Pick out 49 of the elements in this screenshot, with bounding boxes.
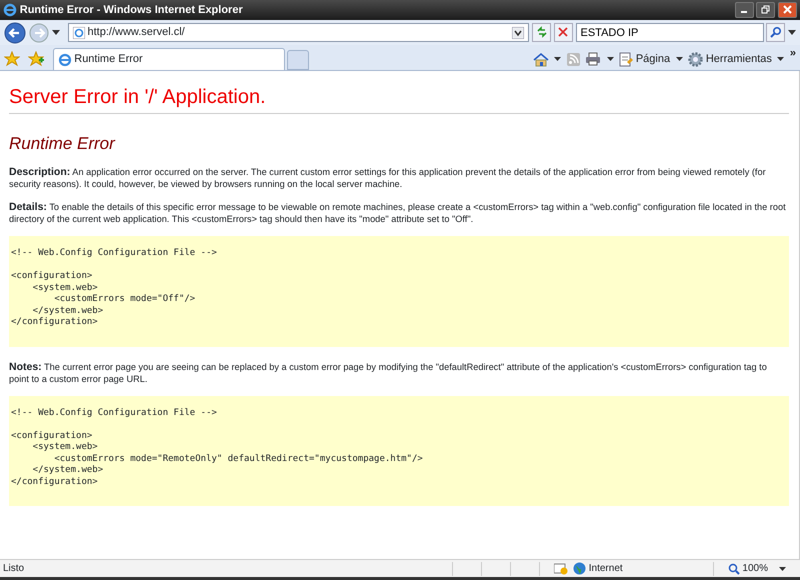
page-icon bbox=[72, 26, 85, 38]
page-icon bbox=[619, 52, 634, 66]
zoom-dropdown-icon[interactable] bbox=[779, 566, 786, 570]
dropdown-icon[interactable] bbox=[777, 57, 784, 61]
dropdown-icon[interactable] bbox=[676, 57, 683, 61]
error-paragraph: Details: To enable the details of this specific error message to be viewable on remote machines, please create a <customErrors> tag within a "web.config" configuration file located in the root directory of the current web application. This <customErrors> tag should then have its "mode" attribute set to "Off". bbox=[9, 201, 787, 226]
error-subheading: Runtime Error bbox=[9, 134, 116, 154]
page-heading: Server Error in '/' Application. bbox=[9, 85, 789, 114]
browser-tab[interactable]: Runtime Error bbox=[52, 48, 284, 70]
protected-mode-icon bbox=[554, 562, 568, 574]
dropdown-icon[interactable] bbox=[606, 57, 614, 61]
home-icon[interactable] bbox=[532, 52, 549, 66]
search-options-icon[interactable] bbox=[788, 30, 796, 35]
dropdown-icon[interactable] bbox=[512, 26, 524, 38]
browser-logo-icon bbox=[58, 52, 72, 66]
minimize-button[interactable] bbox=[734, 2, 754, 18]
back-button[interactable] bbox=[4, 22, 26, 44]
globe-icon bbox=[573, 562, 586, 575]
error-paragraph: Notes: The current error page you are seeing can be replaced by a custom error page by modifying the "defaultRedirect" attribute of the application's <customErrors> configuration tag to point to a custom error page URL. bbox=[9, 360, 768, 385]
favorites-star-icon[interactable] bbox=[4, 51, 20, 68]
code-block: <!-- Web.Config Configuration File --> <configuration> <system.web> <customErrors mode="RemoteOnly" defaultRedirect="mycustompage.htm"/> </system.web> </configuration> bbox=[9, 396, 789, 506]
add-favorite-icon[interactable] bbox=[28, 51, 44, 68]
history-dropdown-icon[interactable] bbox=[52, 30, 60, 35]
search-button[interactable] bbox=[766, 23, 786, 42]
restore-button[interactable] bbox=[756, 2, 776, 18]
address-field[interactable]: http://www.servel.cl/ bbox=[68, 23, 530, 42]
error-paragraph: Description: An application error occurred on the server. The current custom error settings for this application prevent the details of the application error from being viewed remotely (for security reasons). It could, however, be viewed by browsers running on the local server machine. bbox=[9, 166, 767, 190]
refresh-icon bbox=[536, 26, 548, 38]
page-menu[interactable]: Página bbox=[619, 50, 670, 68]
gear-icon bbox=[688, 52, 704, 66]
search-icon bbox=[770, 26, 782, 38]
window-title: Runtime Error - Windows Internet Explorer bbox=[20, 2, 243, 18]
zone-label: Internet bbox=[588, 562, 623, 576]
dropdown-icon[interactable] bbox=[554, 57, 562, 61]
stop-icon bbox=[558, 27, 568, 38]
close-icon bbox=[783, 4, 792, 14]
zoom-level[interactable]: 100% bbox=[742, 561, 768, 576]
stop-button[interactable] bbox=[554, 23, 573, 42]
zoom-icon[interactable] bbox=[728, 562, 740, 574]
search-field[interactable]: ESTADO IP bbox=[576, 23, 764, 42]
status-text: Listo bbox=[3, 562, 24, 576]
printer-icon[interactable] bbox=[585, 52, 602, 66]
overflow-chevron[interactable]: » bbox=[790, 44, 796, 62]
refresh-button[interactable] bbox=[532, 23, 551, 42]
code-block: <!-- Web.Config Configuration File --> <configuration> <system.web> <customErrors mode="Off"/> </system.web> </configuration> bbox=[9, 236, 789, 347]
tools-menu[interactable]: Herramientas bbox=[688, 50, 772, 68]
close-button[interactable] bbox=[778, 2, 797, 18]
browser-logo-icon bbox=[3, 3, 17, 17]
restore-icon bbox=[761, 4, 770, 14]
